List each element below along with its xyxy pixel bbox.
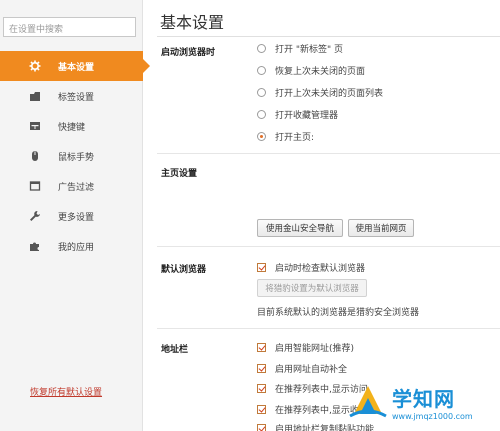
address-option-autocomplete[interactable]: 启用网址自动补全 [257, 362, 347, 375]
startup-section-label: 启动浏览器时 [161, 48, 216, 58]
search-input[interactable]: 在设置中搜索 [3, 17, 136, 37]
option-label: 启用智能网址(推荐) [275, 344, 355, 354]
use-kingsoft-nav-button[interactable]: 使用金山安全导航 [257, 219, 343, 237]
check-default-browser-option[interactable]: 启动时检查默认浏览器 [257, 261, 365, 274]
option-label: 打开主页: [275, 133, 315, 143]
radio-button[interactable] [257, 110, 266, 119]
sidebar-item-label: 鼠标手势 [58, 152, 95, 163]
checkbox-checked[interactable] [257, 263, 266, 272]
radio-button[interactable] [257, 88, 266, 97]
radio-button-selected[interactable] [257, 132, 266, 141]
sidebar-item-ad-filter[interactable]: 广告过滤 [0, 171, 143, 201]
sidebar-item-label: 更多设置 [58, 212, 95, 223]
sidebar-item-label: 广告过滤 [58, 182, 95, 193]
option-label: 打开收藏管理器 [275, 111, 339, 121]
default-browser-section-label: 默认浏览器 [161, 265, 207, 275]
default-browser-status: 目前系统默认的浏览器是猎豹安全浏览器 [257, 308, 420, 318]
watermark-name: 学知网 [392, 387, 455, 411]
section-divider [157, 153, 500, 154]
gear-icon [29, 60, 41, 72]
use-current-page-button[interactable]: 使用当前网页 [348, 219, 414, 237]
tab-icon [29, 90, 41, 102]
watermark-logo-icon [349, 386, 387, 418]
set-default-browser-button[interactable]: 将猎豹设置为默认浏览器 [257, 279, 367, 297]
option-label: 打开上次未关闭的页面列表 [275, 89, 384, 99]
checkbox-checked[interactable] [257, 364, 266, 373]
address-option-smart-url[interactable]: 启用智能网址(推荐) [257, 341, 354, 354]
restore-defaults-link[interactable]: 恢复所有默认设置 [30, 385, 102, 398]
option-label: 启用网址自动补全 [275, 365, 348, 375]
checkbox-checked[interactable] [257, 384, 266, 393]
sidebar: 在设置中搜索 基本设置 标签设置 快捷键 鼠标手势 广告过滤 更多设置 我的应用… [0, 0, 150, 431]
sidebar-item-my-apps[interactable]: 我的应用 [0, 231, 143, 261]
sidebar-item-label: 基本设置 [58, 62, 95, 73]
watermark-url: www.jmqz1000.com [392, 412, 473, 421]
title-divider [157, 36, 500, 37]
radio-button[interactable] [257, 66, 266, 75]
wrench-icon [29, 210, 41, 222]
sidebar-item-label: 我的应用 [58, 242, 95, 253]
site-watermark: 学知网 www.jmqz1000.com [346, 377, 496, 427]
checkbox-checked[interactable] [257, 424, 266, 431]
sidebar-item-tab-settings[interactable]: 标签设置 [0, 81, 143, 111]
sidebar-item-more-settings[interactable]: 更多设置 [0, 201, 143, 231]
sidebar-item-mouse-gestures[interactable]: 鼠标手势 [0, 141, 143, 171]
radio-button[interactable] [257, 44, 266, 53]
sidebar-item-shortcuts[interactable]: 快捷键 [0, 111, 143, 141]
sidebar-item-basic-settings[interactable]: 基本设置 [0, 51, 150, 81]
sidebar-item-label: 快捷键 [58, 122, 86, 133]
option-label: 打开 "新标签" 页 [275, 45, 344, 55]
section-divider [157, 246, 500, 247]
startup-option-bookmark-manager[interactable]: 打开收藏管理器 [257, 108, 338, 121]
homepage-section-label: 主页设置 [161, 169, 198, 179]
address-bar-section-label: 地址栏 [161, 345, 189, 355]
startup-option-restore-pages[interactable]: 恢复上次未关闭的页面 [257, 64, 365, 77]
checkbox-checked[interactable] [257, 405, 266, 414]
page-title: 基本设置 [160, 13, 225, 32]
startup-option-page-list[interactable]: 打开上次未关闭的页面列表 [257, 86, 383, 99]
section-divider [157, 328, 500, 329]
option-label: 启动时检查默认浏览器 [275, 264, 366, 274]
sidebar-item-label: 标签设置 [58, 92, 95, 103]
address-option-show-bookmarks[interactable]: 在推荐列表中,显示收 [257, 403, 359, 416]
startup-option-homepage[interactable]: 打开主页: [257, 130, 314, 143]
startup-option-new-tab[interactable]: 打开 "新标签" 页 [257, 42, 343, 55]
keyboard-icon [29, 120, 41, 132]
mouse-icon [29, 150, 41, 162]
window-icon [29, 180, 41, 192]
option-label: 恢复上次未关闭的页面 [275, 67, 366, 77]
checkbox-checked[interactable] [257, 343, 266, 352]
settings-content: 基本设置 启动浏览器时 打开 "新标签" 页 恢复上次未关闭的页面 打开上次未关… [143, 0, 500, 431]
puzzle-icon [29, 240, 41, 252]
